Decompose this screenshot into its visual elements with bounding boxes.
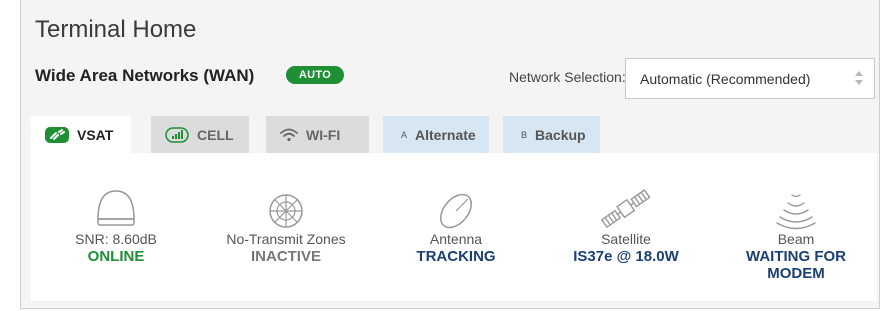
satellite-label: Satellite xyxy=(601,231,651,247)
antenna-label: Antenna xyxy=(429,231,483,247)
page-title: Terminal Home xyxy=(35,16,197,43)
snr-label: SNR: 8.60dB xyxy=(75,231,157,247)
tab-wifi-label: WI-FI xyxy=(306,126,341,143)
tab-vsat[interactable]: VSAT xyxy=(31,116,131,153)
satellite-value: IS37e @ 18.0W xyxy=(573,248,679,265)
antenna-status: Antenna TRACKING xyxy=(371,153,541,265)
tab-backup-prefix: B xyxy=(521,129,528,140)
satellite-dish-icon xyxy=(45,126,69,143)
dish-icon xyxy=(439,193,473,229)
tab-backup[interactable]: B Backup xyxy=(503,116,600,153)
cell-signal-icon xyxy=(165,126,189,143)
tab-backup-label: Backup xyxy=(535,126,586,143)
tab-cell[interactable]: CELL xyxy=(151,116,249,153)
satellite-status: Satellite IS37e @ 18.0W xyxy=(541,153,711,265)
tab-alternate-prefix: A xyxy=(401,129,408,140)
network-selection-label: Network Selection: xyxy=(509,69,626,85)
snr-value: ONLINE xyxy=(87,248,145,265)
no-transmit-zones-value: INACTIVE xyxy=(250,248,321,265)
wan-section-title: Wide Area Networks (WAN) xyxy=(35,66,255,85)
vsat-status-panel: SNR: 8.60dB ONLINE No-Transmit Zones INA… xyxy=(31,153,877,301)
dome-icon xyxy=(97,190,135,226)
satellite-icon xyxy=(600,189,651,229)
tab-wifi[interactable]: WI-FI xyxy=(266,116,369,153)
tab-alternate[interactable]: A Alternate xyxy=(383,116,489,153)
no-transmit-zones-label: No-Transmit Zones xyxy=(226,231,346,247)
auto-badge: AUTO xyxy=(286,66,344,84)
network-selection-value: Automatic (Recommended) xyxy=(640,71,811,87)
tab-alternate-label: Alternate xyxy=(415,126,476,143)
tab-cell-label: CELL xyxy=(197,126,234,143)
beam-icon xyxy=(776,194,816,230)
terminal-home-card: Terminal Home Wide Area Networks (WAN) A… xyxy=(20,0,880,309)
snr-status: SNR: 8.60dB ONLINE xyxy=(31,153,201,265)
tab-vsat-label: VSAT xyxy=(77,126,114,143)
no-transmit-zones-status: No-Transmit Zones INACTIVE xyxy=(201,153,371,265)
beam-value-line1: WAITING FOR xyxy=(746,248,846,265)
beam-value-line2: MODEM xyxy=(767,265,825,282)
beam-status: Beam WAITING FOR MODEM xyxy=(711,153,881,282)
network-selection-select[interactable]: Automatic (Recommended) xyxy=(625,58,875,99)
select-arrows-icon xyxy=(855,71,863,85)
globe-icon xyxy=(269,194,303,228)
beam-label: Beam xyxy=(777,231,815,247)
antenna-value: TRACKING xyxy=(416,248,496,265)
wifi-icon xyxy=(280,128,298,142)
